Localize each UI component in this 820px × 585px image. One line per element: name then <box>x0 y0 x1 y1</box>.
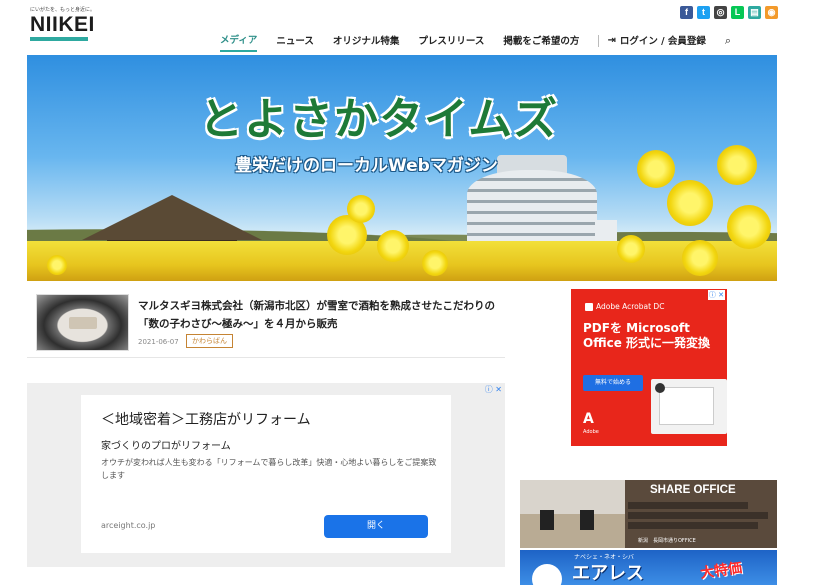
facebook-icon[interactable]: f <box>680 6 693 19</box>
hero-flower <box>682 240 718 276</box>
ad-domain: arceight.co.jp <box>101 521 156 530</box>
hero-flower <box>727 205 771 249</box>
nav-item-original-features[interactable]: オリジナル特集 <box>333 31 400 51</box>
hero-flower <box>347 195 375 223</box>
login-link[interactable]: ⇥ ログイン / 会員登録 <box>607 31 705 51</box>
search-icon[interactable]: ⌕ <box>725 34 731 48</box>
ad-product-title: エアレス <box>572 563 644 584</box>
hero-flower <box>717 145 757 185</box>
ad-office-text-line <box>628 502 748 509</box>
ad-title[interactable]: ＜地域密着＞工務店がリフォーム <box>101 409 311 429</box>
ad-reform[interactable]: ⓘ ✕ ＜地域密着＞工務店がリフォーム 家づくりのプロがリフォーム オウチが変わ… <box>27 383 505 567</box>
ad-subtitle: 家づくりのプロがリフォーム <box>101 441 231 452</box>
login-icon: ⇥ <box>607 34 616 46</box>
hero-flower <box>617 235 645 263</box>
login-label: ログイン / 会員登録 <box>619 36 706 47</box>
office-chair <box>540 510 554 530</box>
main-nav: メディア ニュース オリジナル特集 プレスリリース 掲載をご希望の方 ⇥ ログイ… <box>220 30 731 52</box>
ad-adobe-acrobat[interactable]: ⓘ ✕ Adobe Acrobat DC PDFを Microsoft Offi… <box>571 289 727 446</box>
article-date: 2021-06-07 <box>138 338 179 346</box>
ad-choices-icon[interactable]: ⓘ ✕ <box>707 290 725 300</box>
ad-start-free-button[interactable]: 無料で始める <box>583 375 643 391</box>
hero-title: とよさかタイムズ <box>199 94 559 145</box>
thumbnail-label <box>69 317 97 329</box>
ad-description: オウチが変われば人生も変わる「リフォームで暮らし改革」快適・心地よい暮らしをご提… <box>101 458 437 480</box>
ad-document-preview <box>659 387 714 425</box>
logo-tagline: にいがたを、もっと身近に。 <box>30 7 96 13</box>
ad-product-name: Adobe Acrobat DC <box>596 302 665 311</box>
ad-airless-sale[interactable]: ナベシェ・ネオ・シバ エアレス 大特価 <box>520 550 777 585</box>
adobe-logo-icon: A <box>583 411 594 427</box>
ad-office-text-line <box>628 522 758 529</box>
ad-product: Adobe Acrobat DC <box>585 302 664 311</box>
ad-card: ＜地域密着＞工務店がリフォーム 家づくりのプロがリフォーム オウチが変われば人生… <box>81 395 451 553</box>
ad-screenshot <box>651 379 727 434</box>
article-thumbnail[interactable] <box>36 294 129 351</box>
line-icon[interactable]: L <box>731 6 744 19</box>
ad-preview-dot <box>655 383 665 393</box>
site-logo[interactable]: にいがたを、もっと身近に。 NIIKEI <box>30 6 105 41</box>
instagram-icon[interactable]: ◎ <box>714 6 727 19</box>
ad-office-title: SHARE OFFICE <box>650 484 736 496</box>
ad-headline: PDFを Microsoft Office 形式に一発変換 <box>583 321 711 350</box>
ad-choices-icon[interactable]: ⓘ ✕ <box>485 384 502 395</box>
ad-mascot <box>532 564 562 585</box>
ad-share-office[interactable]: SHARE OFFICE 新潟 長岡市通りOFFICE <box>520 480 777 548</box>
note-icon[interactable]: ▤ <box>748 6 761 19</box>
acrobat-icon <box>585 302 593 311</box>
ad-office-text-line <box>628 512 768 519</box>
nav-item-press-releases[interactable]: プレスリリース <box>418 31 484 51</box>
logo-bar <box>30 37 88 41</box>
hero-flower <box>637 150 675 188</box>
logo-wordmark: NIIKEI <box>30 13 95 36</box>
social-links: f t ◎ L ▤ ◉ <box>680 6 778 19</box>
nav-item-listing-inquiry[interactable]: 掲載をご希望の方 <box>503 31 579 51</box>
article-item[interactable]: マルタスギヨ株式会社（新潟市北区）が雪室で酒粕を熟成させたこだわりの「数の子わさ… <box>27 288 505 358</box>
hero-tower <box>467 170 597 250</box>
nav-item-news[interactable]: ニュース <box>276 31 314 51</box>
hero-subtitle: 豊栄だけのローカルWebマガジン <box>235 156 498 176</box>
twitter-icon[interactable]: t <box>697 6 710 19</box>
ad-sale-badge: 大特価 <box>699 560 744 582</box>
hero-flower <box>47 255 67 275</box>
rss-icon[interactable]: ◉ <box>765 6 778 19</box>
nav-divider <box>598 35 600 47</box>
hero-house-roof <box>82 195 262 240</box>
adobe-logo-text: Adobe <box>583 429 599 435</box>
hero-flower <box>667 180 713 226</box>
ad-office-footer: 新潟 長岡市通りOFFICE <box>638 538 696 544</box>
hero-flower <box>422 250 448 276</box>
ad-open-button[interactable]: 開く <box>324 515 428 538</box>
article-headline[interactable]: マルタスギヨ株式会社（新潟市北区）が雪室で酒粕を熟成させたこだわりの「数の子わさ… <box>138 297 500 333</box>
office-chair <box>580 510 594 530</box>
nav-item-media[interactable]: メディア <box>220 30 258 52</box>
article-category-tag[interactable]: かわらばん <box>186 334 233 348</box>
ad-office-photo <box>520 480 625 548</box>
hero-banner[interactable]: とよさかタイムズ 豊栄だけのローカルWebマガジン <box>27 55 777 281</box>
hero-flower <box>377 230 409 262</box>
